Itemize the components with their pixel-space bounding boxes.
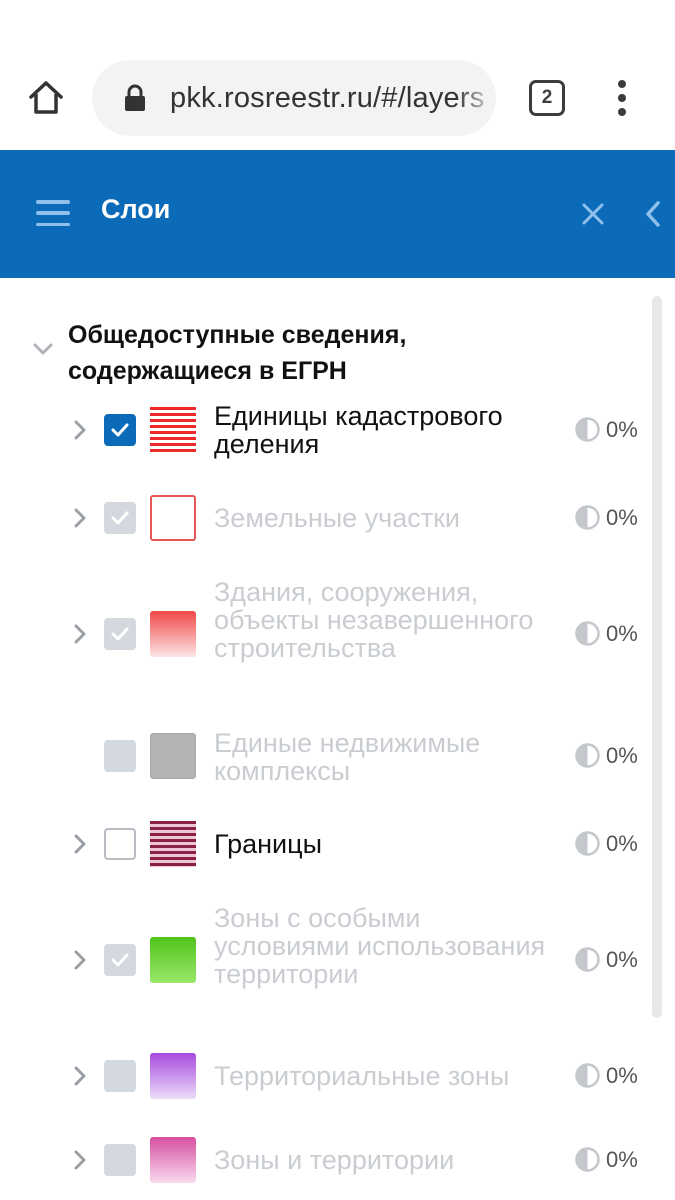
layer-checkbox[interactable]: [104, 414, 136, 446]
chevron-right-icon[interactable]: [66, 620, 94, 648]
home-icon: [29, 81, 63, 114]
more-vert-icon: [618, 80, 626, 88]
opacity-icon[interactable]: [574, 1062, 601, 1089]
url-text: pkk.rosreestr.ru/#/layers: [170, 82, 485, 114]
panel-title: Слои: [101, 194, 171, 224]
opacity-value: 0%: [606, 1147, 638, 1172]
layer-legend-swatch: [150, 495, 196, 541]
lock-icon: [125, 84, 145, 111]
browser-toolbar: pkk.rosreestr.ru/#/layers 2: [0, 0, 675, 150]
layer-legend-swatch: [150, 1137, 196, 1183]
layer-checkbox[interactable]: [104, 944, 136, 976]
opacity-icon[interactable]: [574, 742, 601, 769]
layer-legend-swatch: [150, 407, 196, 453]
chevron-right-icon[interactable]: [66, 416, 94, 444]
opacity-icon[interactable]: [574, 1146, 601, 1173]
layer-label: Единые недвижимые комплексы: [214, 728, 481, 786]
opacity-value: 0%: [606, 743, 638, 768]
opacity-value: 0%: [606, 831, 638, 856]
chevron-right-icon[interactable]: [66, 830, 94, 858]
tab-switcher-button[interactable]: 2: [529, 80, 565, 116]
address-bar[interactable]: pkk.rosreestr.ru/#/layers: [92, 60, 496, 136]
layer-legend-swatch: [150, 937, 196, 983]
chevron-right-icon[interactable]: [66, 946, 94, 974]
layer-legend-swatch: [150, 611, 196, 657]
opacity-icon[interactable]: [574, 620, 601, 647]
opacity-value: 0%: [606, 417, 638, 442]
opacity-value: 0%: [606, 947, 638, 972]
group-title[interactable]: Общедоступные сведения, содержащиеся в Е…: [68, 317, 508, 389]
scrollbar[interactable]: [652, 296, 662, 1018]
layer-label: Здания, сооружения, объекты незавершенно…: [214, 577, 534, 663]
layer-label: Зоны и территории: [214, 1145, 455, 1175]
layer-checkbox[interactable]: [104, 740, 136, 772]
layer-legend-swatch: [150, 733, 196, 779]
opacity-icon[interactable]: [574, 416, 601, 443]
layer-label: Земельные участки: [214, 503, 461, 533]
opacity-icon[interactable]: [574, 946, 601, 973]
layer-label: Единицы кадастрового деления: [214, 401, 503, 459]
layer-label: Зоны с особыми условиями использования т…: [214, 903, 546, 989]
chevron-right-icon[interactable]: [66, 1146, 94, 1174]
chevron-left-icon[interactable]: [640, 197, 666, 231]
checkmark-icon: [111, 423, 129, 437]
opacity-icon[interactable]: [574, 504, 601, 531]
opacity-value: 0%: [606, 1063, 638, 1088]
opacity-icon[interactable]: [574, 830, 601, 857]
layer-label: Территориальные зоны: [214, 1061, 510, 1091]
checkmark-icon: [111, 953, 129, 967]
layer-checkbox[interactable]: [104, 1144, 136, 1176]
url-fade: [456, 60, 496, 136]
home-button[interactable]: [20, 72, 72, 124]
chevron-right-icon[interactable]: [66, 1062, 94, 1090]
layer-checkbox[interactable]: [104, 828, 136, 860]
checkmark-icon: [111, 627, 129, 641]
layer-checkbox[interactable]: [104, 618, 136, 650]
layer-label: Границы: [214, 829, 322, 859]
close-icon[interactable]: [576, 197, 610, 231]
browser-menu-button[interactable]: [607, 78, 637, 118]
layer-checkbox[interactable]: [104, 1060, 136, 1092]
tab-count: 2: [541, 87, 553, 108]
opacity-value: 0%: [606, 505, 638, 530]
layers-header: Слои: [0, 150, 675, 278]
layer-legend-swatch: [150, 821, 196, 867]
hamburger-menu-icon[interactable]: [36, 200, 70, 226]
layer-checkbox[interactable]: [104, 502, 136, 534]
chevron-right-icon[interactable]: [66, 504, 94, 532]
layer-legend-swatch: [150, 1053, 196, 1099]
opacity-value: 0%: [606, 621, 638, 646]
checkmark-icon: [111, 511, 129, 525]
chevron-down-icon[interactable]: [28, 334, 58, 364]
